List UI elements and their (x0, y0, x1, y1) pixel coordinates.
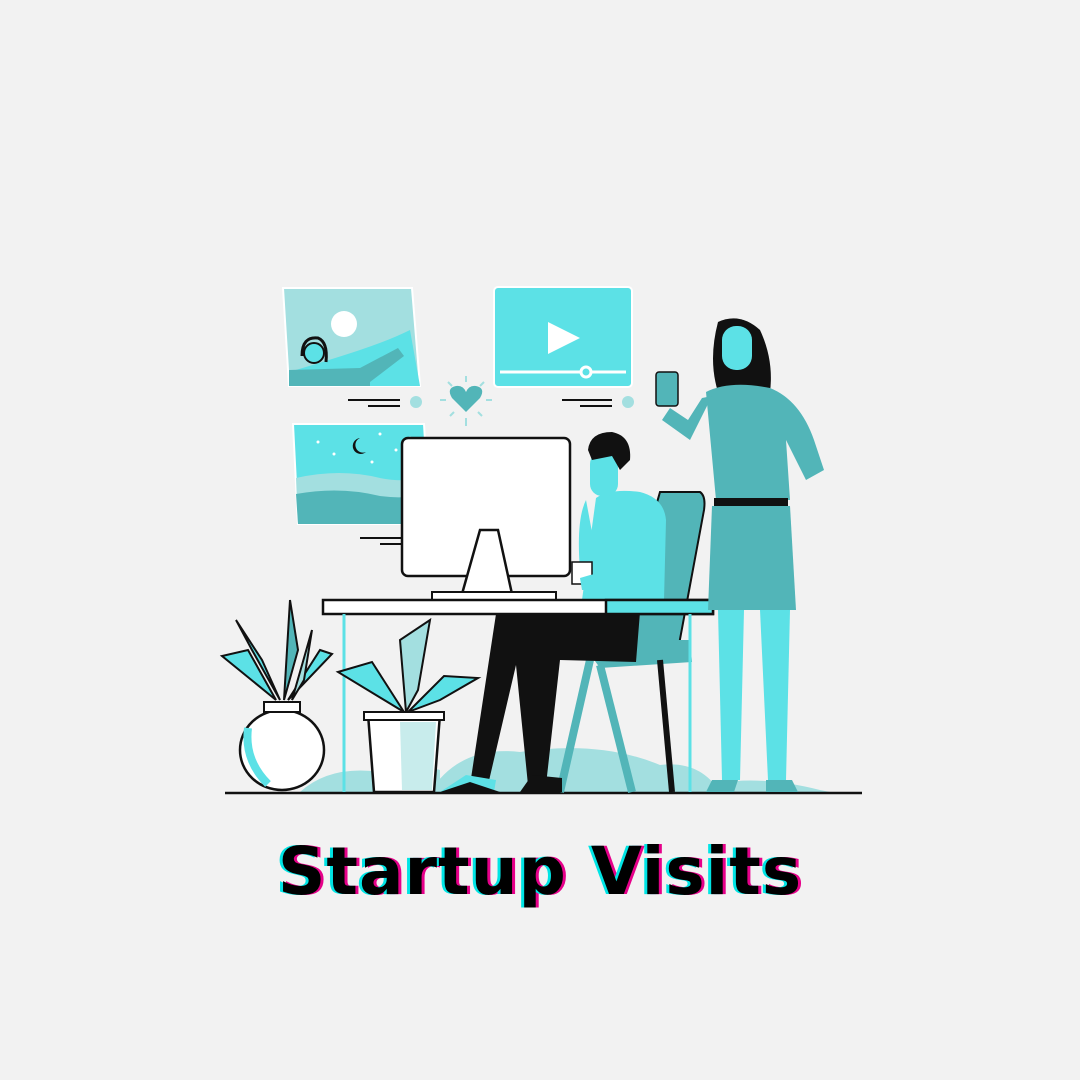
video-player-card (493, 286, 633, 388)
desktop-monitor (400, 436, 572, 601)
caption-lines-1 (348, 396, 422, 408)
potted-plant-round (219, 599, 334, 792)
smartphone (655, 371, 679, 407)
landscape-photo-card (281, 287, 422, 387)
startup-visits-illustration (219, 286, 862, 795)
heart-icon (440, 376, 492, 426)
caption-lines-2 (562, 396, 634, 408)
progress-knob (579, 365, 593, 379)
page-title: Startup Visits (277, 833, 803, 910)
sun-icon (331, 311, 357, 337)
page: Startup Visits (0, 0, 1080, 1080)
avatar (303, 342, 325, 364)
